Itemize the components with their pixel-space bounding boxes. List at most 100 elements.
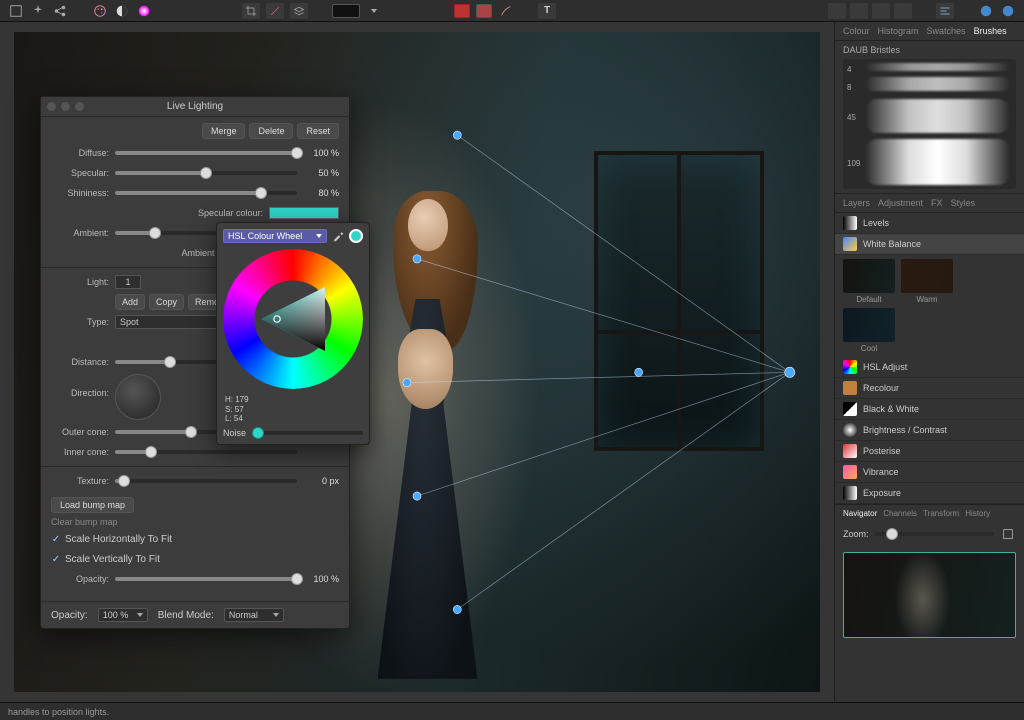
copy-light-button[interactable]: Copy <box>149 294 184 310</box>
direction-dial[interactable] <box>115 374 161 420</box>
brush-icon[interactable] <box>498 3 514 19</box>
scale-v-label: Scale Vertically To Fit <box>65 554 160 565</box>
preset-default[interactable] <box>843 259 895 293</box>
chevron-down-icon[interactable] <box>366 3 382 19</box>
scene-window <box>594 151 764 451</box>
zoom-icon[interactable] <box>75 102 84 111</box>
align-icon[interactable] <box>936 3 954 19</box>
arrange-backward-icon[interactable] <box>850 3 868 19</box>
assistant-icon[interactable] <box>978 3 994 19</box>
arrange-front-icon[interactable] <box>894 3 912 19</box>
brush-set-name[interactable]: DAUB Bristles <box>843 45 1016 55</box>
white-balance-icon <box>843 237 857 251</box>
minimize-icon[interactable] <box>61 102 70 111</box>
studio-tabs-mid[interactable]: Layers Adjustment FX Styles <box>835 193 1024 213</box>
light-index[interactable]: 1 <box>115 275 141 289</box>
brush-list[interactable]: 4 8 45 109 <box>843 59 1016 189</box>
tab-navigator[interactable]: Navigator <box>843 509 877 518</box>
tab-colour[interactable]: Colour <box>843 26 870 36</box>
wb-presets: Default Warm <box>835 255 1024 308</box>
noise-slider[interactable] <box>255 431 363 435</box>
tab-transform[interactable]: Transform <box>923 509 959 518</box>
tab-history[interactable]: History <box>965 509 990 518</box>
merge-button[interactable]: Merge <box>202 123 246 139</box>
scale-v-checkbox[interactable]: ✓ <box>51 554 61 564</box>
zoom-slider[interactable] <box>875 532 994 536</box>
tab-histogram[interactable]: Histogram <box>878 26 919 36</box>
zoom-fit-icon[interactable] <box>1000 526 1016 542</box>
levels-icon <box>843 216 857 230</box>
adjustment-bw[interactable]: Black & White <box>835 399 1024 420</box>
contrast-icon[interactable] <box>114 3 130 19</box>
diffuse-slider[interactable] <box>115 151 297 155</box>
exposure-icon <box>843 486 857 500</box>
layers-icon[interactable] <box>290 3 308 19</box>
adjustment-hsl[interactable]: HSL Adjust <box>835 357 1024 378</box>
noise-label: Noise <box>223 428 251 438</box>
delete-button[interactable]: Delete <box>249 123 293 139</box>
studio-tabs-top[interactable]: Colour Histogram Swatches Brushes <box>835 22 1024 41</box>
fill-swatch[interactable] <box>332 4 360 18</box>
colour-popover[interactable]: HSL Colour Wheel H: 179 <box>216 222 370 445</box>
shininess-slider[interactable] <box>115 191 297 195</box>
help-icon[interactable] <box>1000 3 1016 19</box>
preset-warm[interactable] <box>901 259 953 293</box>
light-label: Light: <box>51 277 109 287</box>
crop-icon[interactable] <box>242 3 260 19</box>
arrange-forward-icon[interactable] <box>872 3 890 19</box>
bump-opacity-label: Opacity: <box>51 574 109 584</box>
color-swatch-2[interactable] <box>476 4 492 18</box>
bump-opacity-slider[interactable] <box>115 577 297 581</box>
text-icon[interactable]: T <box>538 3 556 19</box>
colour-mode-select[interactable]: HSL Colour Wheel <box>223 229 327 243</box>
tab-channels[interactable]: Channels <box>883 509 917 518</box>
eyedropper-icon[interactable] <box>331 229 345 243</box>
hsl-triangle[interactable] <box>253 279 333 359</box>
adjustment-exposure[interactable]: Exposure <box>835 483 1024 504</box>
adjustment-vibrance[interactable]: Vibrance <box>835 462 1024 483</box>
tab-styles[interactable]: Styles <box>951 198 976 208</box>
studio-right: Colour Histogram Swatches Brushes DAUB B… <box>834 22 1024 702</box>
adjustment-recolour[interactable]: Recolour <box>835 378 1024 399</box>
workspace: Live Lighting Merge Delete Reset Diffuse… <box>0 22 1024 702</box>
studio-tabs-bottom[interactable]: Navigator Channels Transform History <box>835 504 1024 522</box>
wand-icon[interactable] <box>266 3 284 19</box>
colorwheel-icon[interactable] <box>136 3 152 19</box>
footer-blend-select[interactable]: Normal <box>224 608 284 622</box>
specular-slider[interactable] <box>115 171 297 175</box>
reset-button[interactable]: Reset <box>297 123 339 139</box>
grid-icon[interactable] <box>8 3 24 19</box>
window-controls[interactable] <box>47 102 84 111</box>
add-light-button[interactable]: Add <box>115 294 145 310</box>
tab-swatches[interactable]: Swatches <box>927 26 966 36</box>
share-icon[interactable] <box>52 3 68 19</box>
preset-cool[interactable] <box>843 308 895 342</box>
adjustment-brightness[interactable]: Brightness / Contrast <box>835 420 1024 441</box>
texture-label: Texture: <box>51 476 109 486</box>
load-bump-button[interactable]: Load bump map <box>51 497 134 513</box>
close-icon[interactable] <box>47 102 56 111</box>
tab-fx[interactable]: FX <box>931 198 943 208</box>
tab-brushes[interactable]: Brushes <box>974 26 1007 36</box>
colour-well-icon[interactable] <box>349 229 363 243</box>
adjustment-white-balance[interactable]: White Balance <box>835 234 1024 255</box>
arrange-back-icon[interactable] <box>828 3 846 19</box>
navigator-thumbnail[interactable] <box>843 552 1016 638</box>
inner-cone-slider[interactable] <box>115 450 297 454</box>
specular-colour-swatch[interactable] <box>269 207 339 219</box>
palette-icon[interactable] <box>92 3 108 19</box>
tab-layers[interactable]: Layers <box>843 198 870 208</box>
footer-opacity-select[interactable]: 100 % <box>98 608 148 622</box>
hsl-icon <box>843 360 857 374</box>
sparkle-icon[interactable] <box>30 3 46 19</box>
type-label: Type: <box>51 317 109 327</box>
canvas-area[interactable]: Live Lighting Merge Delete Reset Diffuse… <box>0 22 834 702</box>
adjustment-posterise[interactable]: Posterise <box>835 441 1024 462</box>
tab-adjustment[interactable]: Adjustment <box>878 198 923 208</box>
clear-bump-link[interactable]: Clear bump map <box>51 517 339 527</box>
adjustment-levels[interactable]: Levels <box>835 213 1024 234</box>
scale-h-checkbox[interactable]: ✓ <box>51 534 61 544</box>
color-swatch-red[interactable] <box>454 4 470 18</box>
panel-titlebar[interactable]: Live Lighting <box>41 97 349 117</box>
texture-slider[interactable] <box>115 479 297 483</box>
